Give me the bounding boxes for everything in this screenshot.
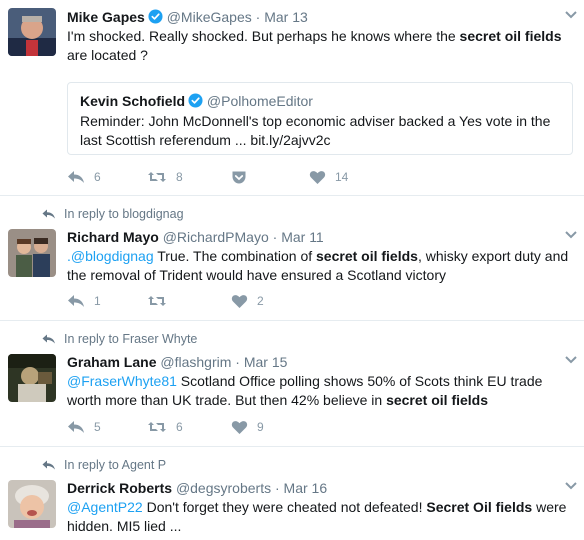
- heart-icon: [231, 294, 248, 308]
- tweet[interactable]: Mike Gapes @MikeGapes · Mar 13 I'm shock…: [0, 0, 584, 196]
- user-fullname[interactable]: Derrick Roberts: [67, 480, 172, 496]
- user-fullname[interactable]: Richard Mayo: [67, 229, 159, 245]
- user-handle[interactable]: @MikeGapes: [167, 9, 252, 25]
- reply-icon: [68, 295, 84, 307]
- retweet-button[interactable]: [147, 294, 231, 308]
- heart-icon: [309, 170, 326, 184]
- tweet-text: I'm shocked. Really shocked. But perhaps…: [67, 28, 562, 63]
- reply-button[interactable]: 1: [67, 294, 147, 308]
- tweet-header: Mike Gapes @MikeGapes · Mar 13: [67, 8, 574, 26]
- pocket-button[interactable]: [231, 170, 309, 185]
- reply-button[interactable]: 6: [67, 170, 147, 184]
- separator: ·: [274, 480, 280, 496]
- tweet-actions: 5 6 9: [67, 418, 264, 436]
- like-count: 2: [257, 294, 264, 308]
- avatar[interactable]: [8, 8, 56, 56]
- pocket-icon: [232, 171, 246, 183]
- reply-icon: [68, 421, 84, 433]
- retweet-count: 6: [176, 420, 183, 434]
- quoted-user-handle: @PolhomeEditor: [206, 93, 313, 109]
- reply-context-arrow-icon: [42, 334, 55, 344]
- tweet[interactable]: In reply to blogdignag Richard Mayo @Ric…: [0, 197, 584, 321]
- highlighted-keyword: secret oil fields: [316, 248, 418, 264]
- mention-link[interactable]: @AgentP22: [67, 499, 143, 515]
- reply-count: 5: [94, 420, 101, 434]
- verified-badge-icon: [188, 93, 203, 108]
- retweet-icon: [148, 296, 166, 306]
- caret-down-icon[interactable]: [564, 355, 578, 365]
- tweet-header: Richard Mayo @RichardPMayo · Mar 11: [67, 228, 574, 246]
- highlighted-keyword: secret oil fields: [386, 392, 489, 408]
- caret-down-icon[interactable]: [564, 230, 578, 240]
- separator: ·: [255, 9, 261, 25]
- caret-down-icon[interactable]: [564, 481, 578, 491]
- retweet-icon: [148, 172, 166, 182]
- reply-context[interactable]: In reply to Agent P: [42, 457, 166, 473]
- highlighted-keyword: Secret Oil fields: [426, 499, 533, 515]
- like-count: 14: [335, 170, 349, 184]
- reply-context-text: In reply to Fraser Whyte: [64, 332, 198, 346]
- heart-icon: [231, 420, 248, 434]
- tweet-timestamp[interactable]: Mar 15: [244, 354, 288, 370]
- reply-count: 1: [94, 294, 101, 308]
- reply-context-arrow-icon: [42, 460, 55, 470]
- separator: ·: [235, 354, 240, 370]
- tweet-timestamp[interactable]: Mar 13: [264, 9, 308, 25]
- avatar[interactable]: [8, 229, 56, 277]
- quoted-user-fullname: Kevin Schofield: [80, 93, 186, 109]
- reply-icon: [68, 171, 84, 183]
- tweet-header: Graham Lane @flashgrim · Mar 15: [67, 353, 574, 371]
- avatar[interactable]: [8, 480, 56, 528]
- quoted-tweet[interactable]: Kevin Schofield @PolhomeEditor Reminder:…: [67, 82, 573, 155]
- tweet-text: .@blogdignag True. The combination of se…: [67, 248, 569, 283]
- retweet-icon: [148, 422, 166, 432]
- tweet[interactable]: In reply to Agent P Derrick Roberts @deg…: [0, 448, 584, 540]
- tweet[interactable]: In reply to Fraser Whyte Graham Lane @fl…: [0, 322, 584, 447]
- separator: ·: [272, 229, 278, 245]
- avatar[interactable]: [8, 354, 56, 402]
- like-count: 9: [257, 420, 264, 434]
- mention-link[interactable]: @FraserWhyte81: [67, 373, 177, 389]
- reply-context-text: In reply to blogdignag: [64, 207, 184, 221]
- verified-badge-icon: [148, 9, 163, 24]
- mention-link[interactable]: .@blogdignag: [67, 248, 154, 264]
- highlighted-keyword: secret oil fields: [459, 28, 562, 44]
- user-handle[interactable]: @degsyroberts: [176, 480, 271, 496]
- tweet-text: @FraserWhyte81 Scotland Office polling s…: [67, 373, 543, 408]
- tweet-timestamp[interactable]: Mar 11: [281, 229, 324, 245]
- user-fullname[interactable]: Mike Gapes: [67, 9, 145, 25]
- reply-context[interactable]: In reply to Fraser Whyte: [42, 331, 197, 347]
- retweet-button[interactable]: 6: [147, 420, 231, 434]
- quoted-tweet-header: Kevin Schofield @PolhomeEditor: [80, 92, 313, 110]
- tweet-actions: 1 2: [67, 292, 264, 310]
- reply-button[interactable]: 5: [67, 420, 147, 434]
- like-button[interactable]: 14: [309, 170, 348, 185]
- retweet-button[interactable]: 8: [147, 170, 231, 184]
- retweet-count: 8: [176, 170, 183, 184]
- like-button[interactable]: 9: [231, 420, 264, 435]
- caret-down-icon[interactable]: [564, 10, 578, 20]
- reply-context-arrow-icon: [42, 209, 55, 219]
- tweet-text: @AgentP22 Don't forget they were cheated…: [67, 499, 567, 534]
- tweet-header: Derrick Roberts @degsyroberts · Mar 16: [67, 479, 574, 497]
- user-handle[interactable]: @flashgrim: [160, 354, 231, 370]
- reply-context[interactable]: In reply to blogdignag: [42, 206, 184, 222]
- like-button[interactable]: 2: [231, 294, 264, 309]
- user-handle[interactable]: @RichardPMayo: [163, 229, 269, 245]
- user-fullname[interactable]: Graham Lane: [67, 354, 156, 370]
- tweet-actions: 6 8 14: [67, 168, 348, 186]
- tweet-timestamp[interactable]: Mar 16: [284, 480, 328, 496]
- reply-count: 6: [94, 170, 101, 184]
- quoted-tweet-text: Reminder: John McDonnell's top economic …: [80, 113, 551, 148]
- reply-context-text: In reply to Agent P: [64, 458, 167, 472]
